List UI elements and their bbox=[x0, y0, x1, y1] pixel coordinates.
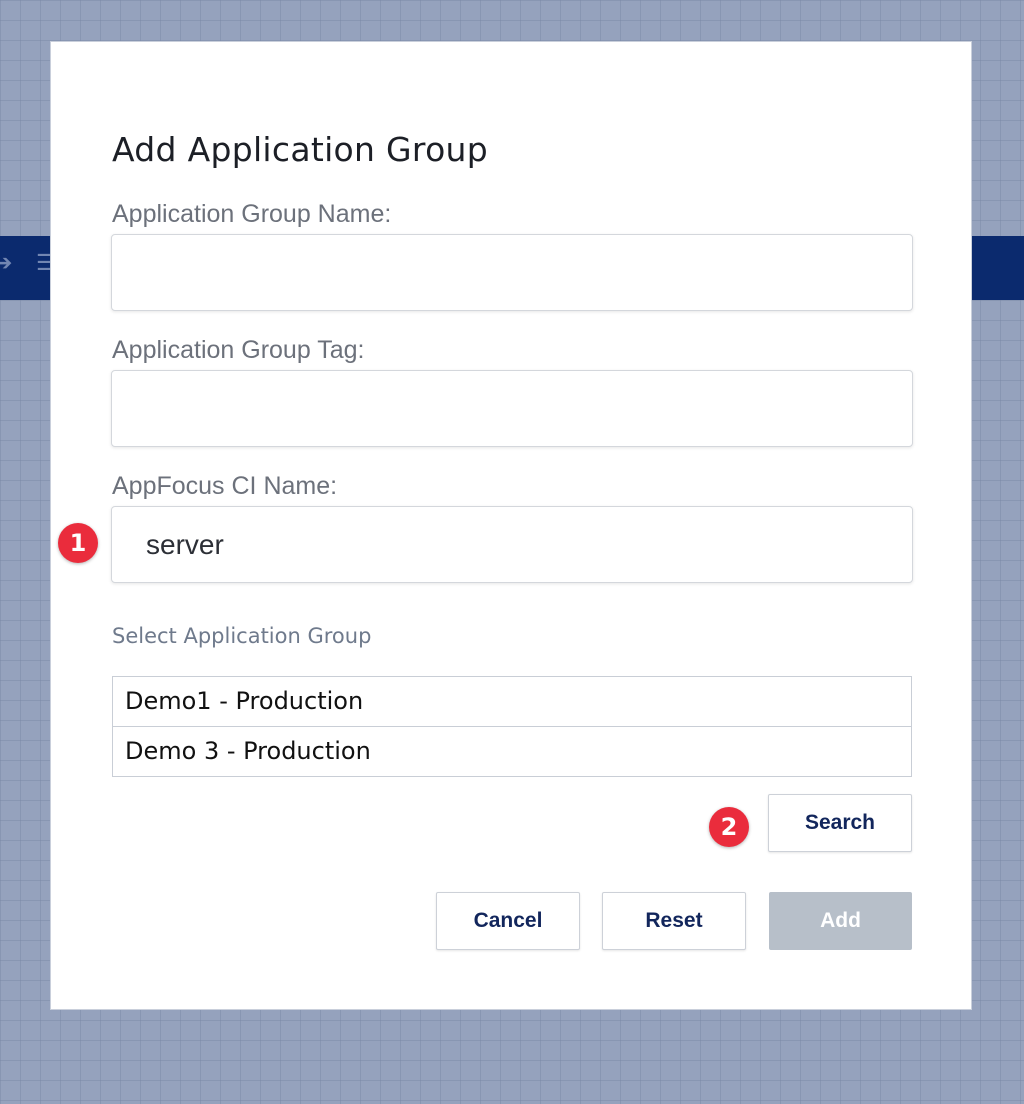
add-application-group-dialog: Add Application Group Application Group … bbox=[50, 41, 972, 1010]
group-tag-input[interactable] bbox=[111, 370, 913, 447]
ci-name-label: AppFocus CI Name: bbox=[112, 472, 338, 500]
reset-button[interactable]: Reset bbox=[602, 892, 746, 950]
step-2-badge: 2 bbox=[709, 807, 749, 847]
step-1-badge: 1 bbox=[58, 523, 98, 563]
add-button[interactable]: Add bbox=[769, 892, 912, 950]
cancel-button[interactable]: Cancel bbox=[436, 892, 580, 950]
group-name-input[interactable] bbox=[111, 234, 913, 311]
group-tag-label: Application Group Tag: bbox=[112, 336, 365, 364]
arrow-right-icon: ➔ bbox=[0, 250, 13, 275]
list-item[interactable]: Demo 3 - Production bbox=[113, 726, 911, 776]
application-group-list: Demo1 - Production Demo 3 - Production bbox=[112, 676, 912, 777]
select-group-label: Select Application Group bbox=[112, 624, 372, 648]
dialog-title: Add Application Group bbox=[112, 130, 489, 169]
ci-name-input[interactable] bbox=[111, 506, 913, 583]
list-item[interactable]: Demo1 - Production bbox=[113, 677, 911, 726]
group-name-label: Application Group Name: bbox=[112, 200, 392, 228]
search-button[interactable]: Search bbox=[768, 794, 912, 852]
